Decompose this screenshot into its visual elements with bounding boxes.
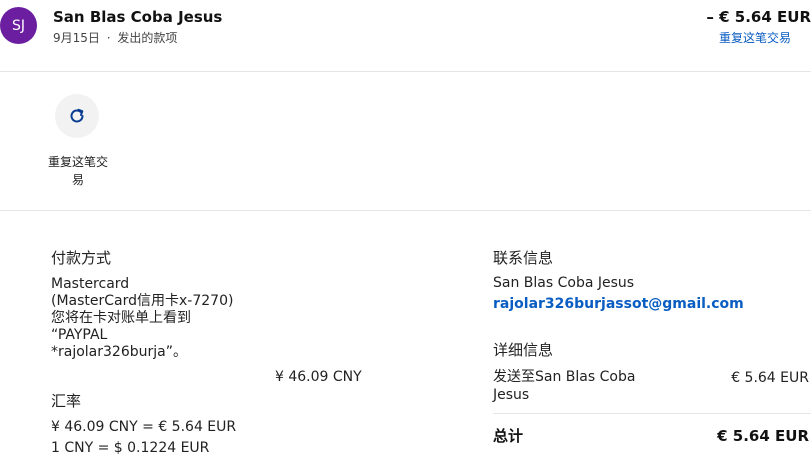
transaction-header: SJ San Blas Coba Jesus 9月15日 · 发出的款项 – €… xyxy=(0,0,811,71)
payment-method-details: Mastercard (MasterCard信用卡x-7270) 您将在卡对账单… xyxy=(51,276,233,361)
divider xyxy=(0,210,811,211)
exchange-rate-title: 汇率 xyxy=(51,392,82,410)
payment-line: Mastercard xyxy=(51,276,130,292)
separator-dot: · xyxy=(106,31,111,45)
contact-name: San Blas Coba Jesus xyxy=(493,275,635,291)
repeat-transaction-button[interactable] xyxy=(55,94,99,138)
repeat-transaction-link[interactable]: 重复这笔交易 xyxy=(719,29,791,46)
contact-info-title: 联系信息 xyxy=(493,249,554,267)
merchant-name: San Blas Coba Jesus xyxy=(53,8,223,26)
avatar: SJ xyxy=(0,7,37,44)
payment-line: (MasterCard信用卡x-7270) xyxy=(51,293,234,309)
repeat-transaction-label[interactable]: 重复这笔交易 xyxy=(44,153,112,189)
transaction-date: 9月15日 xyxy=(53,31,100,45)
transaction-subline: 9月15日 · 发出的款项 xyxy=(53,29,177,46)
sent-to-label: 发送至San Blas Coba Jesus xyxy=(493,369,636,403)
exchange-rate-line: ¥ 46.09 CNY = € 5.64 EUR xyxy=(51,419,237,435)
payment-method-title: 付款方式 xyxy=(51,249,112,267)
transaction-type: 发出的款项 xyxy=(117,31,178,45)
divider xyxy=(0,71,811,72)
refresh-icon xyxy=(70,108,84,123)
payment-amount-cny: ¥ 46.09 CNY xyxy=(275,369,362,385)
details-title: 详细信息 xyxy=(493,341,554,359)
avatar-initials: SJ xyxy=(11,17,25,34)
total-label: 总计 xyxy=(493,427,524,445)
total-amount: € 5.64 EUR xyxy=(717,427,809,445)
contact-email-link[interactable]: rajolar326burjassot@gmail.com xyxy=(493,296,744,312)
exchange-rate-line: 1 CNY = $ 0.1224 EUR xyxy=(51,440,210,456)
sent-to-amount: € 5.64 EUR xyxy=(731,370,809,386)
transaction-amount: – € 5.64 EUR xyxy=(706,8,811,26)
payment-line: 您将在卡对账单上看到 xyxy=(51,310,191,326)
payment-line: *rajolar326burja”。 xyxy=(51,344,187,360)
payment-line: “PAYPAL xyxy=(51,327,108,343)
divider xyxy=(493,413,811,414)
